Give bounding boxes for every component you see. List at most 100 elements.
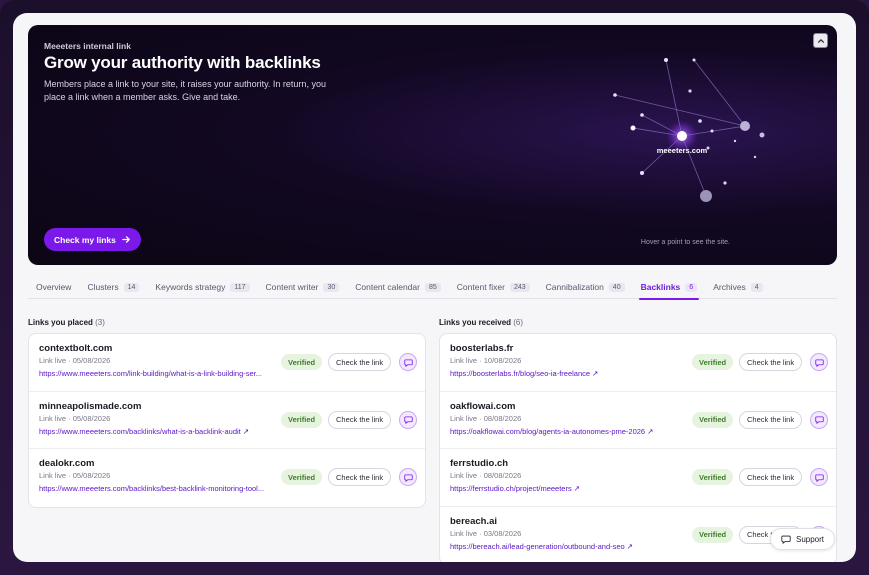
tab-count-badge: 243: [509, 282, 530, 292]
tab-label: Backlinks: [640, 282, 681, 292]
message-icon: [814, 358, 824, 367]
tab-content-writer[interactable]: Content writer 30: [258, 275, 348, 299]
row-url-link[interactable]: https://www.meeeters.com/link-building/w…: [39, 369, 277, 378]
row-url-link[interactable]: https://www.meeeters.com/backlinks/what-…: [39, 427, 277, 436]
hero-title: Grow your authority with backlinks: [44, 53, 321, 72]
hero-eyebrow: Meeeters internal link: [44, 41, 131, 51]
tab-label: Keywords strategy: [155, 282, 226, 292]
row-domain: ferrstudio.ch: [450, 458, 509, 469]
received-title-label: Links you received: [439, 318, 512, 327]
tab-backlinks[interactable]: Backlinks 6: [633, 275, 706, 300]
placed-count: (3): [95, 318, 105, 327]
tab-label: Content fixer: [456, 282, 505, 292]
tab-label: Archives: [713, 282, 746, 292]
message-button[interactable]: [810, 353, 828, 371]
check-my-links-button[interactable]: Check my links: [44, 228, 141, 251]
message-button[interactable]: [399, 410, 417, 429]
row-status-date: Link live · 03/08/2026: [450, 528, 522, 538]
tab-overview[interactable]: Overview: [28, 275, 79, 299]
tab-content-calendar[interactable]: Content calendar 85: [347, 275, 449, 299]
tab-label: Content writer: [265, 282, 319, 292]
link-row: oakflowai.com Link live · 08/08/2026 https…: [440, 392, 836, 449]
row-domain: bereach.ai: [450, 515, 497, 527]
check-link-button[interactable]: Check the link: [328, 468, 392, 486]
message-button[interactable]: [399, 468, 417, 486]
message-button[interactable]: [399, 353, 417, 371]
cta-label: Check my links: [54, 234, 116, 245]
link-row: contextbolt.com Link live · 05/08/2026 htt…: [29, 334, 425, 392]
row-status-date: Link live · 05/08/2026: [39, 356, 111, 365]
tab-count-badge: 30: [323, 282, 340, 292]
row-status-date: Link live · 05/08/2026: [39, 471, 111, 480]
link-row: dealokr.com Link live · 05/08/2026 https:/…: [29, 449, 425, 507]
hero-banner: meeeters.com Meeeters internal link Grow…: [28, 25, 837, 265]
verified-badge: Verified: [281, 354, 323, 370]
tab-cannibalization[interactable]: Cannibalization 40: [538, 275, 633, 299]
check-link-button[interactable]: Check the link: [328, 410, 392, 429]
message-icon: [814, 416, 824, 424]
support-label: Support: [796, 534, 825, 544]
placed-title-label: Links you placed: [28, 318, 93, 327]
message-icon: [403, 358, 413, 367]
check-link-button[interactable]: Check the link: [328, 353, 392, 371]
check-link-button[interactable]: Check the link: [739, 353, 803, 371]
verified-badge: Verified: [692, 469, 734, 485]
check-link-button[interactable]: Check the link: [739, 468, 803, 486]
link-row: minneapolismade.com Link live · 05/08/202…: [29, 392, 425, 449]
row-domain: boosterlabs.fr: [450, 343, 514, 354]
verified-badge: Verified: [281, 411, 323, 428]
tab-keywords-strategy[interactable]: Keywords strategy 117: [147, 275, 257, 299]
row-status-date: Link live · 10/08/2026: [450, 356, 522, 365]
arrow-right-icon: [122, 236, 130, 243]
tab-count-badge: 40: [608, 282, 625, 292]
tab-label: Cannibalization: [545, 282, 604, 292]
tab-count-badge: 85: [424, 282, 441, 292]
row-url-link[interactable]: https://oakflowai.com/blog/agents-ia-aut…: [450, 427, 688, 436]
link-row: boosterlabs.fr Link live · 10/08/2026 http…: [440, 334, 836, 392]
message-icon: [403, 416, 413, 424]
verified-badge: Verified: [692, 354, 734, 370]
tab-archives[interactable]: Archives 4: [705, 275, 771, 299]
row-url-link[interactable]: https://boosterlabs.fr/blog/seo-ia-freel…: [450, 369, 688, 378]
app-screen: meeeters.com Meeeters internal link Grow…: [13, 13, 856, 562]
row-domain: dealokr.com: [39, 458, 95, 469]
row-status-date: Link live · 05/08/2026: [39, 413, 111, 423]
verified-badge: Verified: [692, 411, 734, 428]
tab-count-badge: 6: [685, 282, 698, 292]
row-domain: contextbolt.com: [39, 343, 113, 354]
tab-count-badge: 14: [123, 282, 140, 292]
collapse-hero-button[interactable]: [813, 33, 828, 48]
chat-icon: [781, 535, 791, 544]
check-link-button[interactable]: Check the link: [739, 410, 803, 429]
tab-clusters[interactable]: Clusters 14: [79, 275, 147, 299]
row-domain: minneapolismade.com: [39, 400, 142, 412]
hero-description: Members place a link to your site, it ra…: [44, 79, 326, 102]
row-url-link[interactable]: https://bereach.ai/lead-generation/outbo…: [450, 542, 688, 551]
row-url-link[interactable]: https://ferrstudio.ch/project/meeeters ↗: [450, 484, 688, 493]
tab-label: Overview: [36, 282, 72, 292]
tab-content-fixer[interactable]: Content fixer 243: [449, 275, 538, 299]
tab-count-badge: 117: [230, 282, 250, 292]
tab-label: Content calendar: [355, 282, 420, 292]
placed-links-card: contextbolt.com Link live · 05/08/2026 htt…: [28, 333, 426, 508]
device-frame: meeeters.com Meeeters internal link Grow…: [0, 0, 869, 575]
row-status-date: Link live · 08/08/2026: [450, 413, 522, 423]
placed-title: Links you placed (3): [28, 318, 105, 327]
tab-count-badge: 4: [750, 282, 763, 292]
verified-badge: Verified: [692, 526, 734, 543]
verified-badge: Verified: [281, 469, 323, 485]
received-count: (6): [513, 318, 524, 327]
tab-label: Clusters: [87, 282, 119, 292]
chevron-up-icon: [817, 38, 824, 43]
row-url-link[interactable]: https://www.meeeters.com/backlinks/best-…: [39, 484, 277, 493]
row-domain: oakflowai.com: [450, 400, 516, 412]
support-button[interactable]: Support: [770, 528, 836, 550]
tab-bar: Overview Clusters 14 Keywords strategy 117 Co…: [28, 275, 837, 300]
network-center-label: meeeters.com: [657, 146, 708, 155]
row-status-date: Link live · 08/08/2026: [450, 471, 522, 480]
message-button[interactable]: [810, 410, 828, 429]
message-button[interactable]: [810, 468, 828, 486]
message-icon: [403, 473, 413, 482]
hero-hint: Hover a point to see the site.: [640, 239, 730, 246]
link-row: ferrstudio.ch Link live · 08/08/2026 https…: [440, 449, 836, 507]
